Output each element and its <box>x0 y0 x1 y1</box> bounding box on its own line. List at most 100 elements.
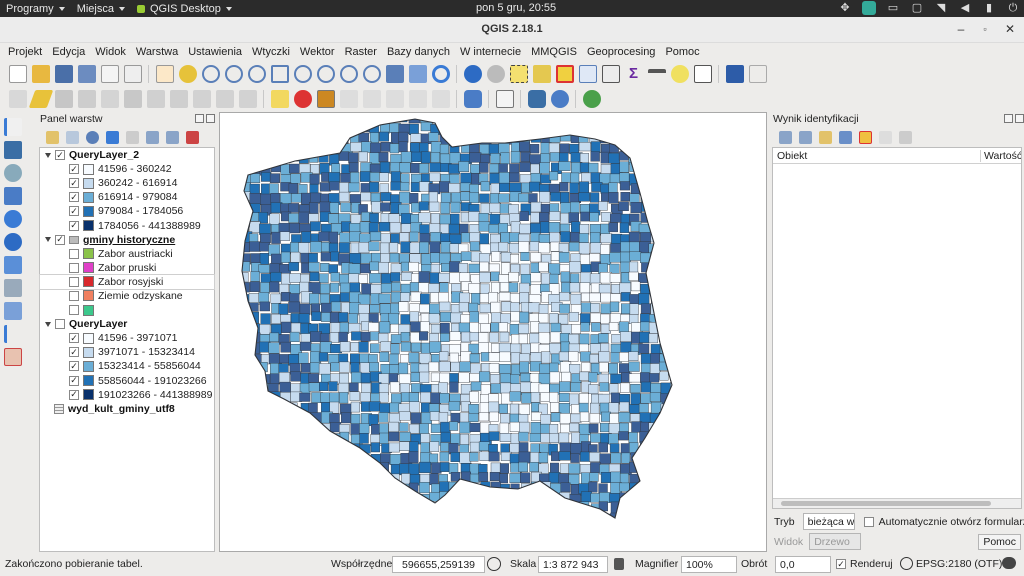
municipality-polygon[interactable] <box>379 492 389 503</box>
municipality-polygon[interactable] <box>631 523 641 534</box>
municipality-polygon[interactable] <box>429 441 440 452</box>
municipality-polygon[interactable] <box>239 372 250 383</box>
municipality-polygon[interactable] <box>398 373 411 385</box>
municipality-polygon[interactable] <box>450 312 463 324</box>
municipality-polygon[interactable] <box>439 351 449 362</box>
municipality-polygon[interactable] <box>250 271 260 282</box>
municipality-polygon[interactable] <box>389 222 401 234</box>
municipality-polygon[interactable] <box>359 481 371 494</box>
municipality-polygon[interactable] <box>469 373 481 382</box>
municipality-polygon[interactable] <box>589 413 600 424</box>
municipality-polygon[interactable] <box>518 442 529 454</box>
municipality-polygon[interactable] <box>500 382 512 394</box>
municipality-polygon[interactable] <box>630 502 643 513</box>
municipality-polygon[interactable] <box>469 152 482 163</box>
municipality-polygon[interactable] <box>519 492 531 504</box>
municipality-polygon[interactable] <box>631 421 643 433</box>
municipality-polygon[interactable] <box>489 193 500 205</box>
municipality-polygon[interactable] <box>400 493 413 505</box>
municipality-polygon[interactable] <box>258 264 270 274</box>
municipality-polygon[interactable] <box>528 123 538 136</box>
attribute-table-icon[interactable] <box>578 65 597 83</box>
municipality-polygon[interactable] <box>630 201 642 214</box>
municipality-polygon[interactable] <box>609 301 620 313</box>
municipality-polygon[interactable] <box>399 191 411 204</box>
municipality-polygon[interactable] <box>428 201 440 212</box>
municipality-polygon[interactable] <box>289 463 300 474</box>
municipality-polygon[interactable] <box>659 431 670 443</box>
municipality-polygon[interactable] <box>468 413 479 423</box>
municipality-polygon[interactable] <box>270 113 282 122</box>
municipality-polygon[interactable] <box>468 211 480 222</box>
municipality-polygon[interactable] <box>661 482 671 494</box>
municipality-polygon[interactable] <box>260 462 272 472</box>
municipality-polygon[interactable] <box>270 494 280 505</box>
municipality-polygon[interactable] <box>239 363 249 374</box>
municipality-polygon[interactable] <box>581 491 592 503</box>
municipality-polygon[interactable] <box>290 474 301 486</box>
municipality-polygon[interactable] <box>520 151 531 162</box>
municipality-polygon[interactable] <box>499 463 509 474</box>
municipality-polygon[interactable] <box>310 423 321 434</box>
municipality-polygon[interactable] <box>230 464 241 475</box>
municipality-polygon[interactable] <box>318 273 329 284</box>
municipality-polygon[interactable] <box>638 121 650 133</box>
municipality-polygon[interactable] <box>469 473 480 483</box>
municipality-polygon[interactable] <box>500 313 511 324</box>
pin-labels-icon[interactable] <box>339 90 358 108</box>
municipality-polygon[interactable] <box>391 282 401 292</box>
horizontal-scrollbar[interactable] <box>773 498 1021 508</box>
legend-class-item[interactable]: ✓ 55856044 - 191023266 <box>40 374 214 388</box>
municipality-polygon[interactable] <box>319 123 332 134</box>
municipality-polygon[interactable] <box>358 341 369 353</box>
municipality-polygon[interactable] <box>230 292 241 302</box>
municipality-polygon[interactable] <box>281 291 291 302</box>
municipality-polygon[interactable] <box>309 293 320 305</box>
municipality-polygon[interactable] <box>409 193 419 204</box>
municipality-polygon[interactable] <box>498 291 511 302</box>
expand-all-icon[interactable] <box>145 130 159 144</box>
municipality-polygon[interactable] <box>349 391 360 401</box>
municipality-polygon[interactable] <box>268 512 280 522</box>
municipality-polygon[interactable] <box>338 312 349 323</box>
municipality-polygon[interactable] <box>628 351 639 361</box>
municipality-polygon[interactable] <box>338 361 350 373</box>
municipality-polygon[interactable] <box>549 493 559 505</box>
municipality-polygon[interactable] <box>449 141 460 154</box>
municipality-polygon[interactable] <box>540 423 551 434</box>
municipality-polygon[interactable] <box>650 272 662 283</box>
layer-visibility-checkbox[interactable]: ✓ <box>55 234 65 245</box>
municipality-polygon[interactable] <box>570 382 581 393</box>
municipality-polygon[interactable] <box>549 152 560 162</box>
municipality-polygon[interactable] <box>390 334 402 344</box>
municipality-polygon[interactable] <box>378 221 390 232</box>
municipality-polygon[interactable] <box>281 321 292 333</box>
municipality-polygon[interactable] <box>351 503 363 513</box>
municipality-polygon[interactable] <box>428 191 439 204</box>
municipality-polygon[interactable] <box>459 444 469 454</box>
column-object[interactable]: Obiekt <box>773 149 981 162</box>
municipality-polygon[interactable] <box>310 431 321 442</box>
municipality-polygon[interactable] <box>230 483 240 492</box>
municipality-polygon[interactable] <box>621 303 631 314</box>
municipality-polygon[interactable] <box>298 211 311 224</box>
legend-class-item[interactable]: ✓ 1784056 - 441388989 <box>40 218 214 232</box>
municipality-polygon[interactable] <box>649 121 662 132</box>
municipality-polygon[interactable] <box>459 452 472 464</box>
municipality-polygon[interactable] <box>408 123 419 136</box>
municipality-polygon[interactable] <box>339 504 351 514</box>
municipality-polygon[interactable] <box>490 481 501 492</box>
municipality-polygon[interactable] <box>529 144 540 154</box>
identify-icon[interactable] <box>463 65 482 83</box>
municipality-polygon[interactable] <box>420 321 430 333</box>
municipality-polygon[interactable] <box>631 121 642 133</box>
municipality-polygon[interactable] <box>600 313 610 325</box>
municipality-polygon[interactable] <box>619 181 631 191</box>
municipality-polygon[interactable] <box>499 182 510 192</box>
municipality-polygon[interactable] <box>241 202 251 214</box>
municipality-polygon[interactable] <box>650 431 662 443</box>
expand-arrow-icon[interactable] <box>45 152 51 158</box>
municipality-polygon[interactable] <box>380 341 392 352</box>
municipality-polygon[interactable] <box>669 462 681 474</box>
municipality-polygon[interactable] <box>499 473 509 484</box>
